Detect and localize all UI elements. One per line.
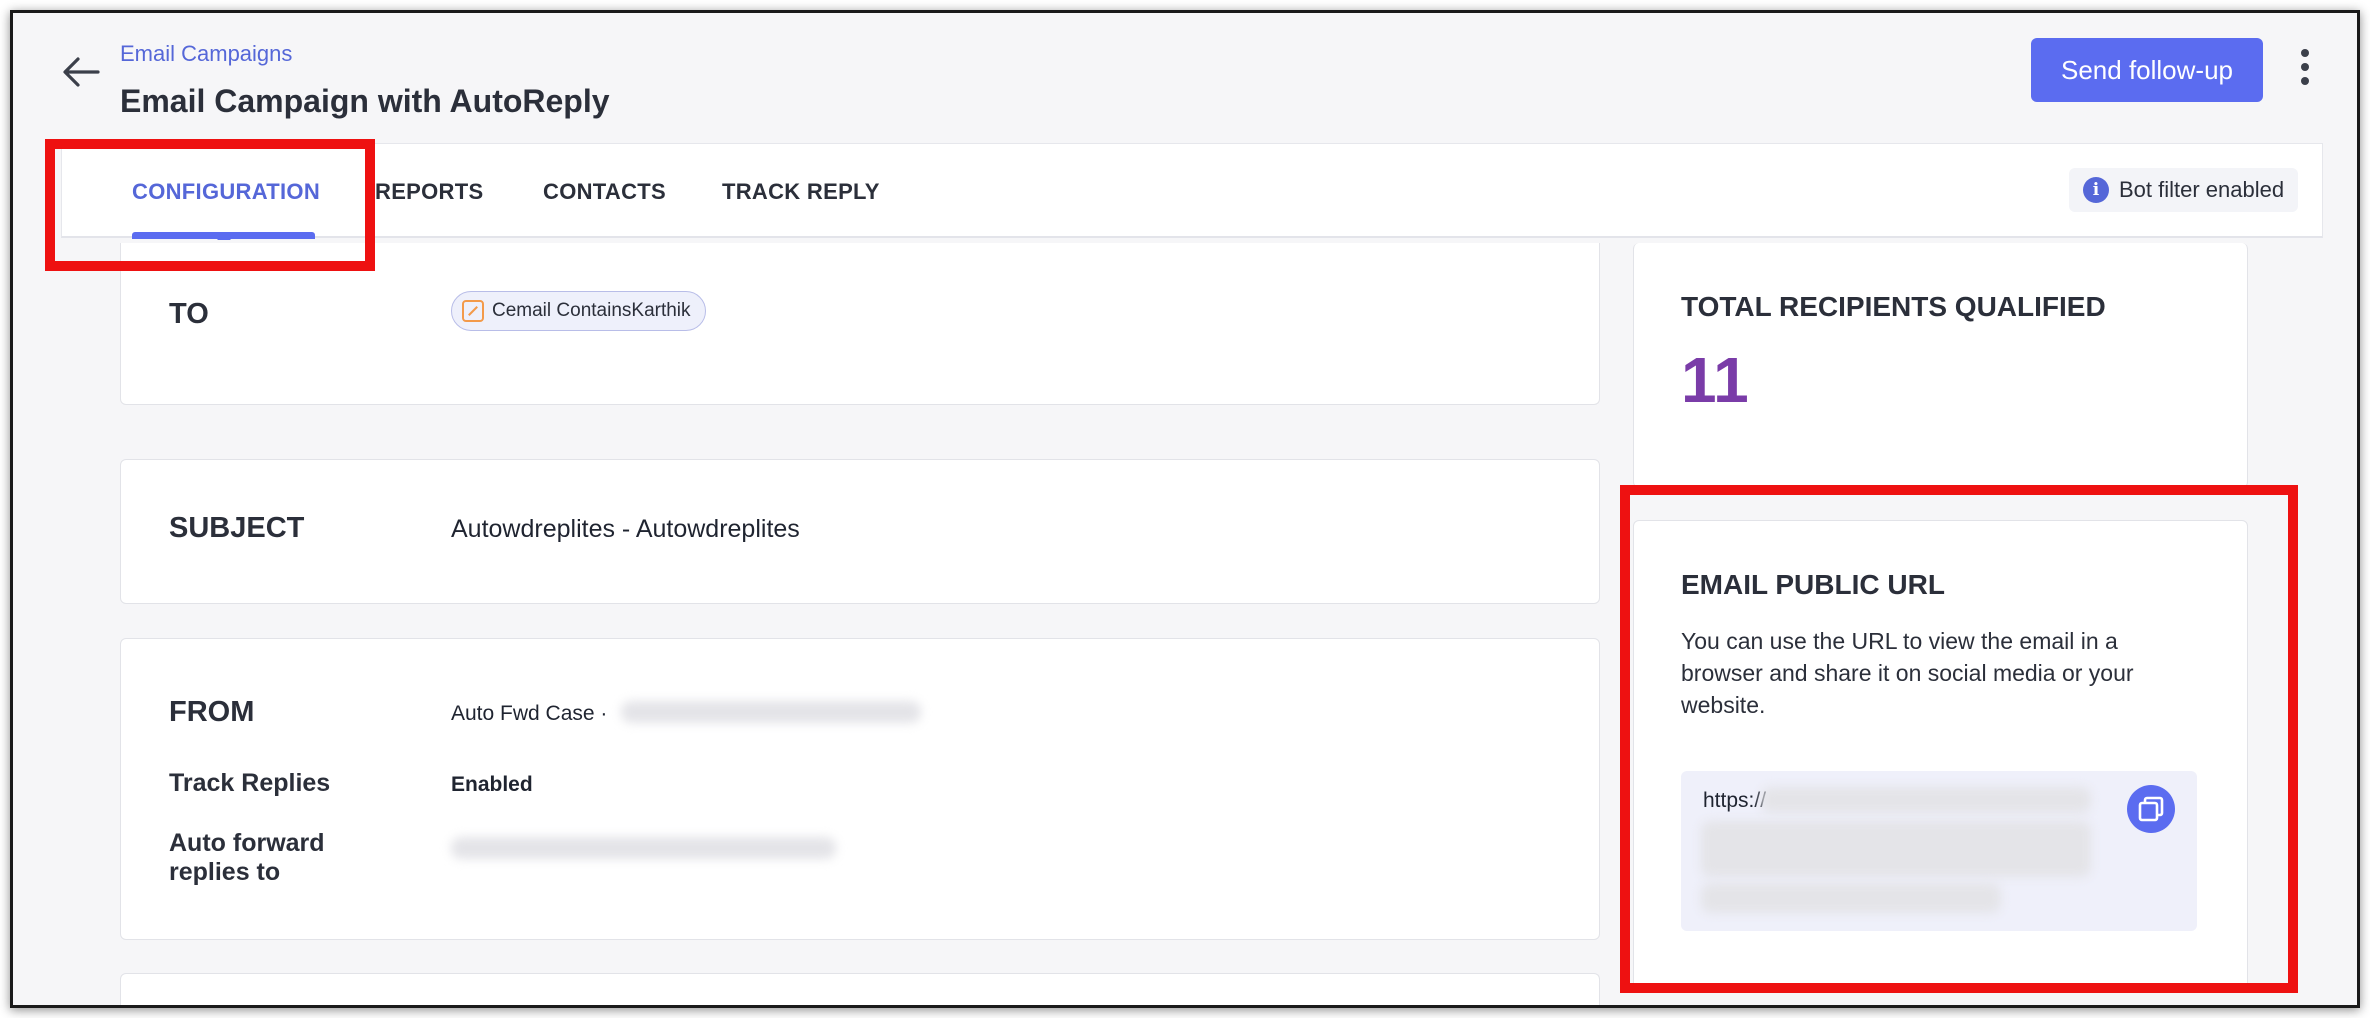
back-arrow-icon[interactable] xyxy=(58,49,104,95)
redacted-url-line-1 xyxy=(1761,787,2091,813)
redacted-from-email xyxy=(621,701,921,723)
app-window: Email Campaigns Email Campaign with Auto… xyxy=(10,10,2360,1008)
bot-filter-label: Bot filter enabled xyxy=(2119,177,2285,202)
subject-label: SUBJECT xyxy=(169,512,305,544)
from-card: FROM Auto Fwd Case · Track Replies Enabl… xyxy=(120,638,1600,940)
public-url-box[interactable]: https:// xyxy=(1681,771,2197,931)
subject-value: Autowdreplites - Autowdreplites xyxy=(451,515,800,543)
auto-forward-label: Auto forward replies to xyxy=(169,829,325,886)
segment-chip-label: Cemail ContainsKarthik xyxy=(492,300,691,321)
segment-chip[interactable]: Cemail ContainsKarthik xyxy=(451,291,706,331)
more-options-icon[interactable] xyxy=(2295,49,2315,93)
track-replies-value: Enabled xyxy=(451,773,533,796)
tab-track-reply[interactable]: TRACK REPLY xyxy=(722,144,880,239)
to-label: TO xyxy=(169,298,209,330)
bot-filter-badge: i Bot filter enabled xyxy=(2069,168,2299,212)
tabs-bar: CONFIGURATION REPORTS CONTACTS TRACK REP… xyxy=(61,143,2323,246)
to-card: TO Cemail ContainsKarthik xyxy=(120,243,1600,405)
public-url-title: EMAIL PUBLIC URL xyxy=(1681,569,1945,600)
recipients-title: TOTAL RECIPIENTS QUALIFIED xyxy=(1681,291,2106,322)
public-url-text: https:// xyxy=(1703,789,1767,812)
breadcrumb[interactable]: Email Campaigns xyxy=(120,41,292,67)
recipients-card: TOTAL RECIPIENTS QUALIFIED 11 xyxy=(1633,243,2248,488)
page-title: Email Campaign with AutoReply xyxy=(120,83,610,119)
segment-icon xyxy=(462,300,484,322)
copy-url-button[interactable] xyxy=(2127,785,2175,833)
redacted-url-line-2 xyxy=(1701,821,2091,877)
tab-reports[interactable]: REPORTS xyxy=(375,144,483,239)
subject-card: SUBJECT Autowdreplites - Autowdreplites xyxy=(120,459,1600,604)
next-card xyxy=(120,973,1600,1005)
public-url-card: EMAIL PUBLIC URL You can use the URL to … xyxy=(1633,520,2248,990)
track-replies-label: Track Replies xyxy=(169,769,331,797)
from-label: FROM xyxy=(169,696,255,728)
send-follow-up-button[interactable]: Send follow-up xyxy=(2031,38,2263,102)
recipients-count: 11 xyxy=(1681,344,1749,416)
from-value: Auto Fwd Case · xyxy=(451,702,608,725)
redacted-forward-address xyxy=(451,837,836,859)
public-url-description: You can use the URL to view the email in… xyxy=(1681,628,2134,718)
redacted-url-line-3 xyxy=(1701,883,2001,913)
tab-configuration[interactable]: CONFIGURATION xyxy=(132,144,320,239)
tab-contacts[interactable]: CONTACTS xyxy=(543,144,666,239)
info-icon: i xyxy=(2083,177,2109,203)
copy-icon xyxy=(2138,796,2164,822)
